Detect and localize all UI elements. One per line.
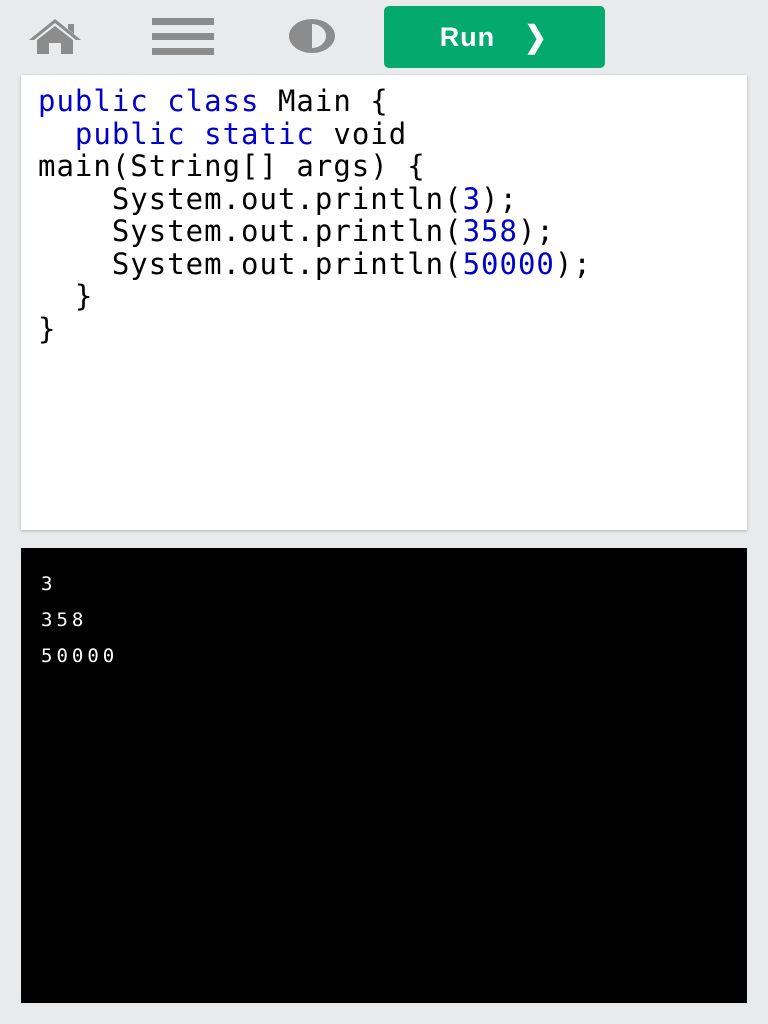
code-text: System.out.println( [38, 246, 463, 281]
code-text: } [38, 279, 94, 313]
code-line[interactable]: System.out.println(358); [38, 215, 730, 248]
code-line[interactable]: public class Main { [38, 85, 730, 118]
chevron-right-icon: ❯ [524, 20, 549, 54]
output-line: 3 [41, 573, 57, 595]
home-icon[interactable] [26, 16, 84, 58]
code-number: 50000 [462, 246, 555, 281]
code-text: ); [481, 181, 518, 216]
code-keyword: public static [74, 116, 315, 151]
code-line[interactable]: } [38, 311, 730, 346]
contrast-icon[interactable] [286, 16, 338, 56]
code-line[interactable]: public static void [38, 116, 730, 151]
code-editor[interactable]: public class Main { public static void ma… [21, 75, 747, 530]
code-text: ); [554, 246, 592, 281]
code-text: System.out.println( [38, 214, 463, 248]
code-text: void [314, 116, 408, 151]
code-line[interactable]: } [38, 280, 730, 313]
code-text: Main { [259, 84, 389, 118]
menu-icon[interactable] [152, 16, 214, 56]
output-line: 358 [41, 609, 88, 631]
code-number: 3 [462, 181, 482, 216]
toolbar: Run ❯ [0, 0, 768, 74]
code-line[interactable]: main(String[] args) { [38, 150, 730, 183]
output-console: 3 358 50000 [21, 548, 747, 1003]
run-button-label: Run [439, 21, 496, 52]
code-line[interactable]: System.out.println(3); [38, 181, 730, 216]
code-text: main(String[] args) { [38, 149, 426, 183]
code-keyword: public class [38, 84, 260, 118]
run-button[interactable]: Run ❯ [384, 6, 605, 68]
code-text: ); [517, 214, 555, 248]
code-number: 358 [462, 214, 518, 248]
output-line: 50000 [41, 645, 119, 667]
code-text: } [38, 311, 57, 346]
code-line[interactable]: System.out.println(50000); [38, 246, 730, 281]
code-text: System.out.println( [38, 181, 463, 216]
